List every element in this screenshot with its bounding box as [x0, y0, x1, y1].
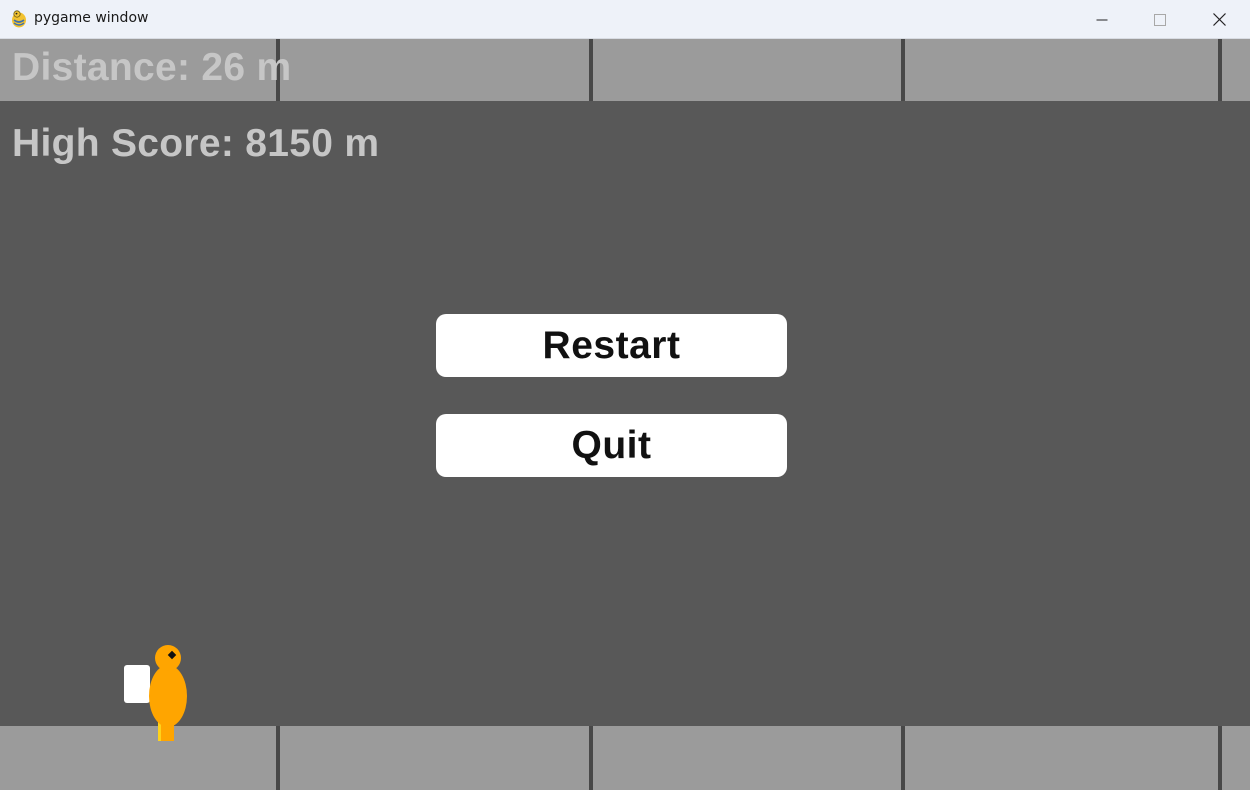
window-title: pygame window [34, 10, 149, 26]
tile-divider [1218, 726, 1222, 790]
tile-divider [901, 39, 905, 101]
tile-divider [589, 726, 593, 790]
tile-divider [901, 726, 905, 790]
distance-counter: Distance: 26 m [12, 46, 292, 89]
tile-divider [589, 39, 593, 101]
minimize-button[interactable] [1073, 0, 1131, 39]
pygame-icon [12, 10, 26, 28]
title-bar[interactable]: pygame window [0, 0, 1250, 39]
player-body [149, 665, 187, 727]
maximize-button[interactable] [1131, 0, 1189, 39]
pygame-window: pygame window Distance: 26 m High Score:… [0, 0, 1250, 790]
tile-divider [1218, 39, 1222, 101]
maximize-icon [1154, 13, 1166, 26]
minimize-icon [1096, 19, 1108, 20]
jetpack [124, 665, 150, 703]
restart-button[interactable]: Restart [436, 314, 787, 377]
high-score-label: High Score: 8150 m [12, 122, 380, 165]
close-icon [1212, 13, 1226, 26]
game-canvas[interactable]: Distance: 26 m High Score: 8150 m Restar… [0, 39, 1250, 790]
quit-button[interactable]: Quit [436, 414, 787, 477]
close-button[interactable] [1190, 0, 1248, 39]
player-head [155, 645, 181, 671]
player-character [124, 645, 187, 741]
tile-divider [276, 726, 280, 790]
